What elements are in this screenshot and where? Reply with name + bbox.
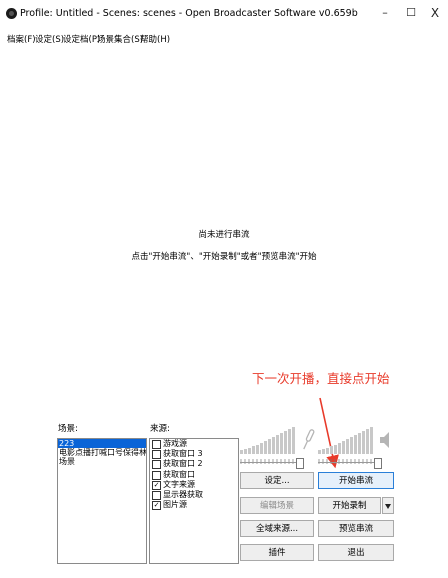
source-checkbox[interactable]: [152, 450, 161, 460]
source-checkbox[interactable]: [152, 490, 161, 500]
menu-file[interactable]: 档案(F): [7, 33, 36, 45]
speaker-icon[interactable]: [378, 430, 392, 450]
source-item[interactable]: 获取窗口: [150, 470, 238, 480]
sources-label: 来源:: [150, 424, 170, 434]
minimize-button[interactable]: –: [374, 4, 396, 22]
stream-status-text: 尚未进行串流: [198, 230, 250, 240]
edit-scene-button[interactable]: 编辑场景: [240, 497, 314, 514]
source-item[interactable]: ✓ 文字来源: [150, 480, 238, 490]
plugins-button[interactable]: 插件: [240, 544, 314, 561]
mic-volume-slider[interactable]: [296, 458, 304, 469]
source-item[interactable]: 游戏源: [150, 439, 238, 449]
source-checkbox[interactable]: [152, 460, 161, 470]
source-checkbox[interactable]: ✓: [152, 501, 161, 511]
global-sources-button[interactable]: 全域来源...: [240, 520, 314, 537]
menu-help[interactable]: 帮助(H): [140, 33, 170, 45]
exit-button[interactable]: 退出: [318, 544, 394, 561]
preview-stream-button[interactable]: 预览串流: [318, 520, 394, 537]
source-label: 获取窗口: [163, 469, 195, 479]
scene-item[interactable]: 场景: [58, 457, 146, 466]
source-label: 获取窗口 2: [163, 459, 203, 469]
source-label: 显示器获取: [163, 489, 203, 499]
settings-button[interactable]: 设定...: [240, 472, 314, 489]
source-item[interactable]: ✓ 图片源: [150, 500, 238, 511]
source-label: 游戏源: [163, 439, 187, 448]
start-stream-button[interactable]: 开始串流: [318, 472, 394, 489]
microphone-icon[interactable]: [301, 428, 315, 452]
scenes-label: 场景:: [58, 424, 78, 434]
source-label: 文字来源: [163, 479, 195, 489]
start-record-button[interactable]: 开始录制: [318, 497, 381, 514]
scenes-list[interactable]: 223 电影点播打喊口号保得林石好 场景: [57, 438, 147, 564]
obs-logo-icon: [6, 8, 17, 19]
source-checkbox[interactable]: ✓: [152, 480, 161, 490]
menu-profile[interactable]: 设定档(P): [63, 33, 100, 45]
desktop-volume-slider[interactable]: [374, 458, 382, 469]
source-item[interactable]: 获取窗口 3: [150, 449, 238, 460]
scene-item[interactable]: 电影点播打喊口号保得林石好: [58, 448, 146, 457]
desktop-volume-track: [318, 462, 382, 463]
stream-hint-text: 点击"开始串流"、"开始录制"或者"预览串流"开始: [131, 252, 317, 262]
sources-list[interactable]: 游戏源 获取窗口 3 获取窗口 2 获取窗口 ✓ 文字来源 显示器获取 ✓ 图片…: [149, 438, 239, 564]
maximize-button[interactable]: ☐: [400, 4, 422, 22]
close-button[interactable]: X: [424, 4, 446, 22]
record-dropdown-arrow-icon[interactable]: [382, 497, 394, 514]
menu-scene-collection[interactable]: 场景集合(S): [97, 33, 143, 45]
source-item[interactable]: 获取窗口 2: [150, 459, 238, 470]
desktop-volume-meter: [318, 427, 373, 454]
source-label: 图片源: [163, 500, 187, 510]
source-label: 获取窗口 3: [163, 449, 203, 459]
menu-bar: 档案(F) 设定(S) 设定档(P) 场景集合(S) 帮助(H): [0, 30, 448, 46]
source-checkbox[interactable]: [152, 440, 161, 449]
menu-settings[interactable]: 设定(S): [35, 33, 64, 45]
window-title: Profile: Untitled - Scenes: scenes - Ope…: [20, 8, 358, 19]
scene-item[interactable]: 223: [58, 439, 146, 448]
source-checkbox[interactable]: [152, 470, 161, 480]
source-item[interactable]: 显示器获取: [150, 490, 238, 500]
mic-volume-meter: [240, 427, 295, 454]
title-bar: Profile: Untitled - Scenes: scenes - Ope…: [0, 0, 448, 28]
mic-volume-track: [240, 462, 304, 463]
annotation-text: 下一次开播，直接点开始: [252, 371, 390, 386]
